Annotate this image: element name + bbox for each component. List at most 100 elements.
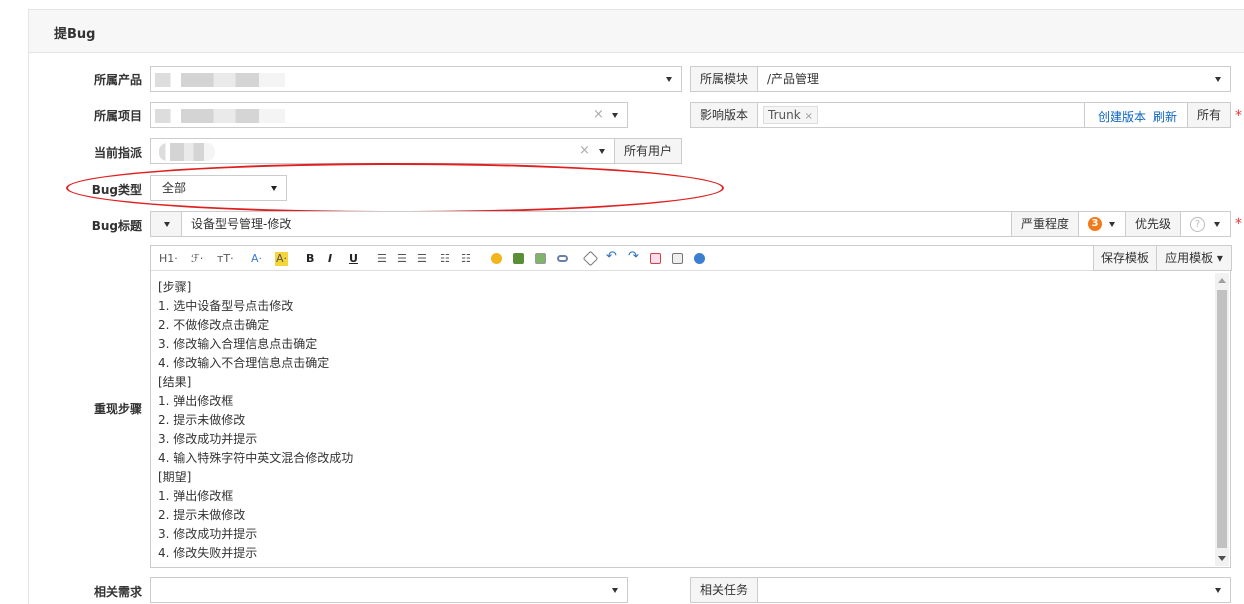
step-line: 1. 选中设备型号点击修改 (158, 299, 294, 313)
ordered-list-icon[interactable]: ☷ (440, 252, 450, 266)
align-right-icon[interactable]: ☰ (417, 252, 427, 266)
chevron-down-icon (612, 113, 618, 118)
scrollbar-thumb[interactable] (1217, 290, 1227, 548)
priority-select[interactable]: ? (1180, 211, 1231, 237)
severity-addon: 严重程度 (1011, 211, 1079, 237)
steps-label: 重现步骤 (93, 402, 142, 416)
redo-icon[interactable]: ↷ (628, 250, 639, 264)
clear-icon[interactable]: × (593, 107, 604, 122)
redacted-value (155, 109, 285, 123)
question-icon: ? (1190, 217, 1205, 232)
chevron-down-icon (599, 149, 605, 154)
highlight-color-icon[interactable]: A· (275, 252, 289, 266)
apply-template-button[interactable]: 应用模板 ▾ (1156, 245, 1232, 271)
story-select[interactable] (150, 577, 628, 603)
severity-select[interactable]: 3 (1078, 211, 1126, 237)
step-line: [步骤] (158, 280, 192, 294)
step-line: [期望] (158, 470, 192, 484)
step-line: 4. 修改失败并提示 (158, 546, 258, 560)
step-line: 2. 提示未做修改 (158, 508, 246, 522)
image-icon[interactable] (513, 253, 524, 264)
paste-icon[interactable] (672, 253, 683, 264)
project-label: 所属项目 (93, 109, 142, 123)
task-addon: 相关任务 (690, 577, 758, 603)
bug-title-input[interactable]: 设备型号管理-修改 (181, 211, 1012, 237)
save-template-button[interactable]: 保存模板 (1093, 245, 1157, 271)
step-line: 3. 修改成功并提示 (158, 432, 258, 446)
required-mark: * (1235, 108, 1242, 124)
step-line: 4. 修改输入不合理信息点击确定 (158, 356, 330, 370)
bug-title-label: Bug标题 (91, 219, 142, 233)
font-color-icon[interactable]: A· (251, 252, 262, 266)
redacted-value (159, 143, 215, 161)
font-size-button[interactable]: тT· (217, 252, 234, 266)
chevron-down-icon (666, 77, 672, 82)
chevron-down-icon (164, 222, 170, 227)
remove-tag-icon[interactable]: × (805, 111, 813, 122)
scroll-down-icon[interactable] (1218, 556, 1226, 561)
chevron-down-icon (1215, 588, 1221, 593)
eraser-icon[interactable] (582, 250, 599, 267)
priority-addon: 优先级 (1125, 211, 1181, 237)
underline-button[interactable]: U (349, 252, 358, 266)
clear-icon[interactable]: × (579, 143, 590, 158)
page-title: 提Bug (54, 27, 96, 42)
chevron-down-icon (1214, 222, 1220, 227)
module-select[interactable]: /产品管理 (757, 66, 1231, 92)
panel-header: 提Bug (29, 10, 1244, 53)
all-users-button[interactable]: 所有用户 (614, 138, 682, 164)
step-line: 2. 提示未做修改 (158, 413, 246, 427)
product-label: 所属产品 (93, 73, 142, 87)
steps-editor[interactable]: H1· ℱ· тT· A· A· B I U ☰ ☰ ☰ ☷ ☷ ↶ ↷ 保存模… (150, 245, 1232, 568)
step-line: 2. 不做修改点击确定 (158, 318, 270, 332)
create-build-link[interactable]: 创建版本 (1098, 108, 1146, 125)
assign-label: 当前指派 (93, 146, 142, 160)
product-select[interactable] (150, 66, 682, 92)
chevron-down-icon (1215, 77, 1221, 82)
undo-icon[interactable]: ↶ (606, 250, 617, 264)
steps-content[interactable]: [步骤] 1. 选中设备型号点击修改 2. 不做修改点击确定 3. 修改输入合理… (158, 278, 353, 563)
module-value: /产品管理 (767, 72, 820, 86)
scroll-up-icon[interactable] (1218, 278, 1226, 283)
link-icon[interactable] (557, 255, 568, 262)
editor-toolbar: H1· ℱ· тT· A· A· B I U ☰ ☰ ☰ ☷ ☷ ↶ ↷ 保存模… (151, 245, 1232, 271)
editor-scrollbar[interactable] (1215, 273, 1229, 566)
unordered-list-icon[interactable]: ☷ (461, 252, 471, 266)
align-center-icon[interactable]: ☰ (397, 252, 407, 266)
project-select[interactable]: × (150, 102, 628, 128)
build-tag-label: Trunk (768, 108, 801, 122)
required-mark: * (1235, 216, 1242, 232)
step-line: [结果] (158, 375, 192, 389)
build-tag: Trunk × (763, 106, 818, 124)
emoticon-icon[interactable] (491, 253, 502, 264)
assign-select[interactable]: × (150, 138, 615, 164)
step-line: 3. 修改成功并提示 (158, 527, 258, 541)
chevron-down-icon (1109, 222, 1115, 227)
highlight-annotation (66, 163, 724, 213)
step-line: 1. 弹出修改框 (158, 489, 234, 503)
build-addon: 影响版本 (690, 102, 758, 128)
bug-title-value: 设备型号管理-修改 (191, 217, 292, 231)
heading-button[interactable]: H1· (159, 252, 178, 266)
font-family-button[interactable]: ℱ· (191, 252, 203, 266)
code-icon[interactable] (535, 253, 546, 264)
step-line: 1. 弹出修改框 (158, 394, 234, 408)
italic-button[interactable]: I (328, 252, 332, 266)
step-line: 3. 修改输入合理信息点击确定 (158, 337, 318, 351)
severity-badge: 3 (1088, 217, 1102, 231)
apply-template-label: 应用模板 (1165, 251, 1214, 265)
step-line: 4. 输入特殊字符中英文混合修改成功 (158, 451, 354, 465)
build-select[interactable]: Trunk × (757, 102, 1085, 128)
build-actions: 创建版本 刷新 (1084, 102, 1188, 128)
chevron-down-icon (612, 588, 618, 593)
task-select[interactable] (757, 577, 1231, 603)
title-color-picker[interactable] (150, 211, 182, 237)
refresh-link[interactable]: 刷新 (1153, 108, 1177, 125)
module-addon: 所属模块 (690, 66, 758, 92)
story-label: 相关需求 (93, 585, 142, 599)
align-left-icon[interactable]: ☰ (377, 252, 387, 266)
help-icon[interactable] (694, 253, 705, 264)
fullscreen-icon[interactable] (650, 253, 661, 264)
bold-button[interactable]: B (306, 252, 314, 266)
all-builds-button[interactable]: 所有 (1187, 102, 1231, 128)
